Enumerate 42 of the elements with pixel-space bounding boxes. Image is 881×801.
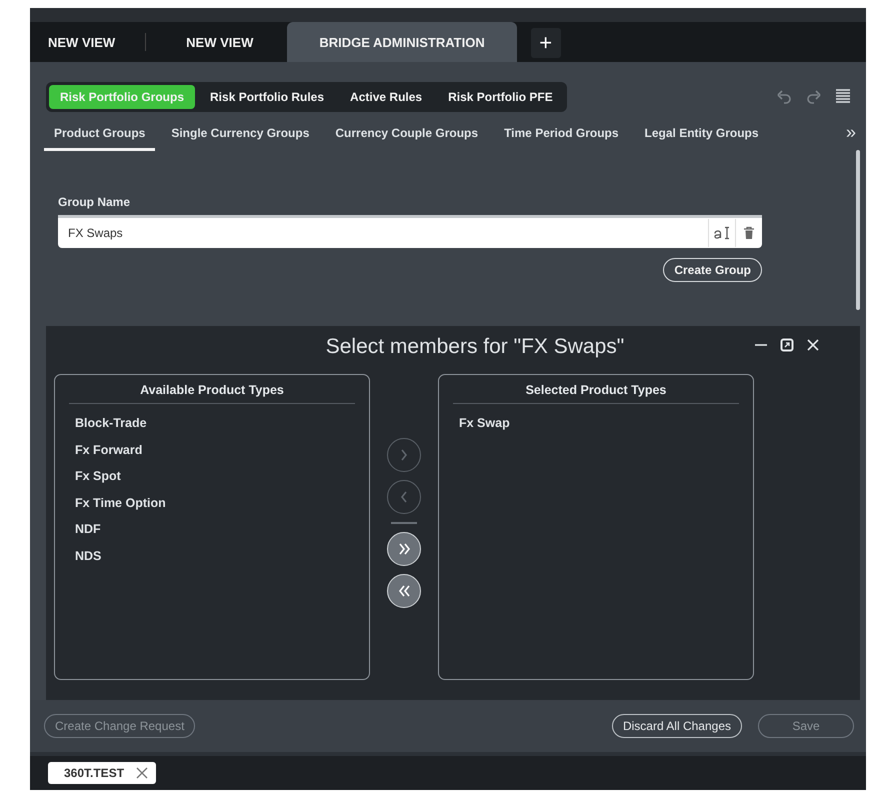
- menu-icon[interactable]: [836, 89, 850, 105]
- group-name-field[interactable]: FX Swaps: [58, 215, 762, 248]
- list-item[interactable]: NDF: [69, 516, 355, 542]
- add-tab-button[interactable]: +: [530, 28, 561, 58]
- undo-icon[interactable]: [776, 89, 792, 105]
- list-title: Selected Product Types: [453, 381, 739, 404]
- list-item[interactable]: NDS: [69, 542, 355, 569]
- double-chevron-left-icon: [398, 584, 410, 596]
- view-tab[interactable]: BRIDGE ADMINISTRATION: [287, 22, 517, 62]
- more-tabs-button[interactable]: »: [836, 120, 866, 151]
- group-tab[interactable]: Single Currency Groups: [161, 120, 320, 151]
- session-tag[interactable]: 360T.TEST: [48, 762, 156, 784]
- maximize-icon[interactable]: [780, 338, 794, 352]
- group-tab[interactable]: Legal Entity Groups: [634, 120, 769, 151]
- chevron-left-icon: [401, 491, 407, 503]
- section-tab[interactable]: Risk Portfolio PFE: [437, 85, 564, 109]
- chevron-right-icon: [401, 449, 407, 461]
- group-tab[interactable]: Product Groups: [44, 120, 156, 151]
- field-label: Group Name: [58, 195, 132, 209]
- group-name-field[interactable]: FX Swaps: [58, 226, 708, 240]
- add-all-button[interactable]: [387, 532, 421, 566]
- section-tab[interactable]: Risk Portfolio Rules: [199, 85, 336, 109]
- list-item[interactable]: Fx Time Option: [69, 490, 355, 516]
- discard-button[interactable]: Discard All Changes: [612, 714, 742, 738]
- scrollbar[interactable]: [856, 150, 860, 310]
- view-tab[interactable]: NEW VIEW: [176, 22, 282, 62]
- trash-icon[interactable]: [743, 226, 755, 240]
- list-title: Available Product Types: [69, 381, 355, 404]
- dialog-title: Select members for "FX Swaps": [326, 335, 624, 359]
- section-tab[interactable]: Active Rules: [339, 85, 434, 109]
- list-item[interactable]: Block-Trade: [69, 410, 355, 436]
- list-item[interactable]: Fx Swap: [453, 410, 739, 436]
- list-item[interactable]: Fx Spot: [69, 463, 355, 490]
- list-item[interactable]: Fx Forward: [69, 436, 355, 463]
- group-tab[interactable]: Currency Couple Groups: [325, 120, 488, 151]
- text-format-icon[interactable]: [714, 226, 730, 240]
- view-tab[interactable]: NEW VIEW: [38, 33, 146, 51]
- redo-icon[interactable]: [806, 89, 822, 105]
- create-group-button[interactable]: Create Group: [663, 258, 762, 282]
- group-tab[interactable]: Time Period Groups: [494, 120, 629, 151]
- double-chevron-right-icon: [398, 542, 410, 554]
- remove-all-button[interactable]: [387, 574, 421, 608]
